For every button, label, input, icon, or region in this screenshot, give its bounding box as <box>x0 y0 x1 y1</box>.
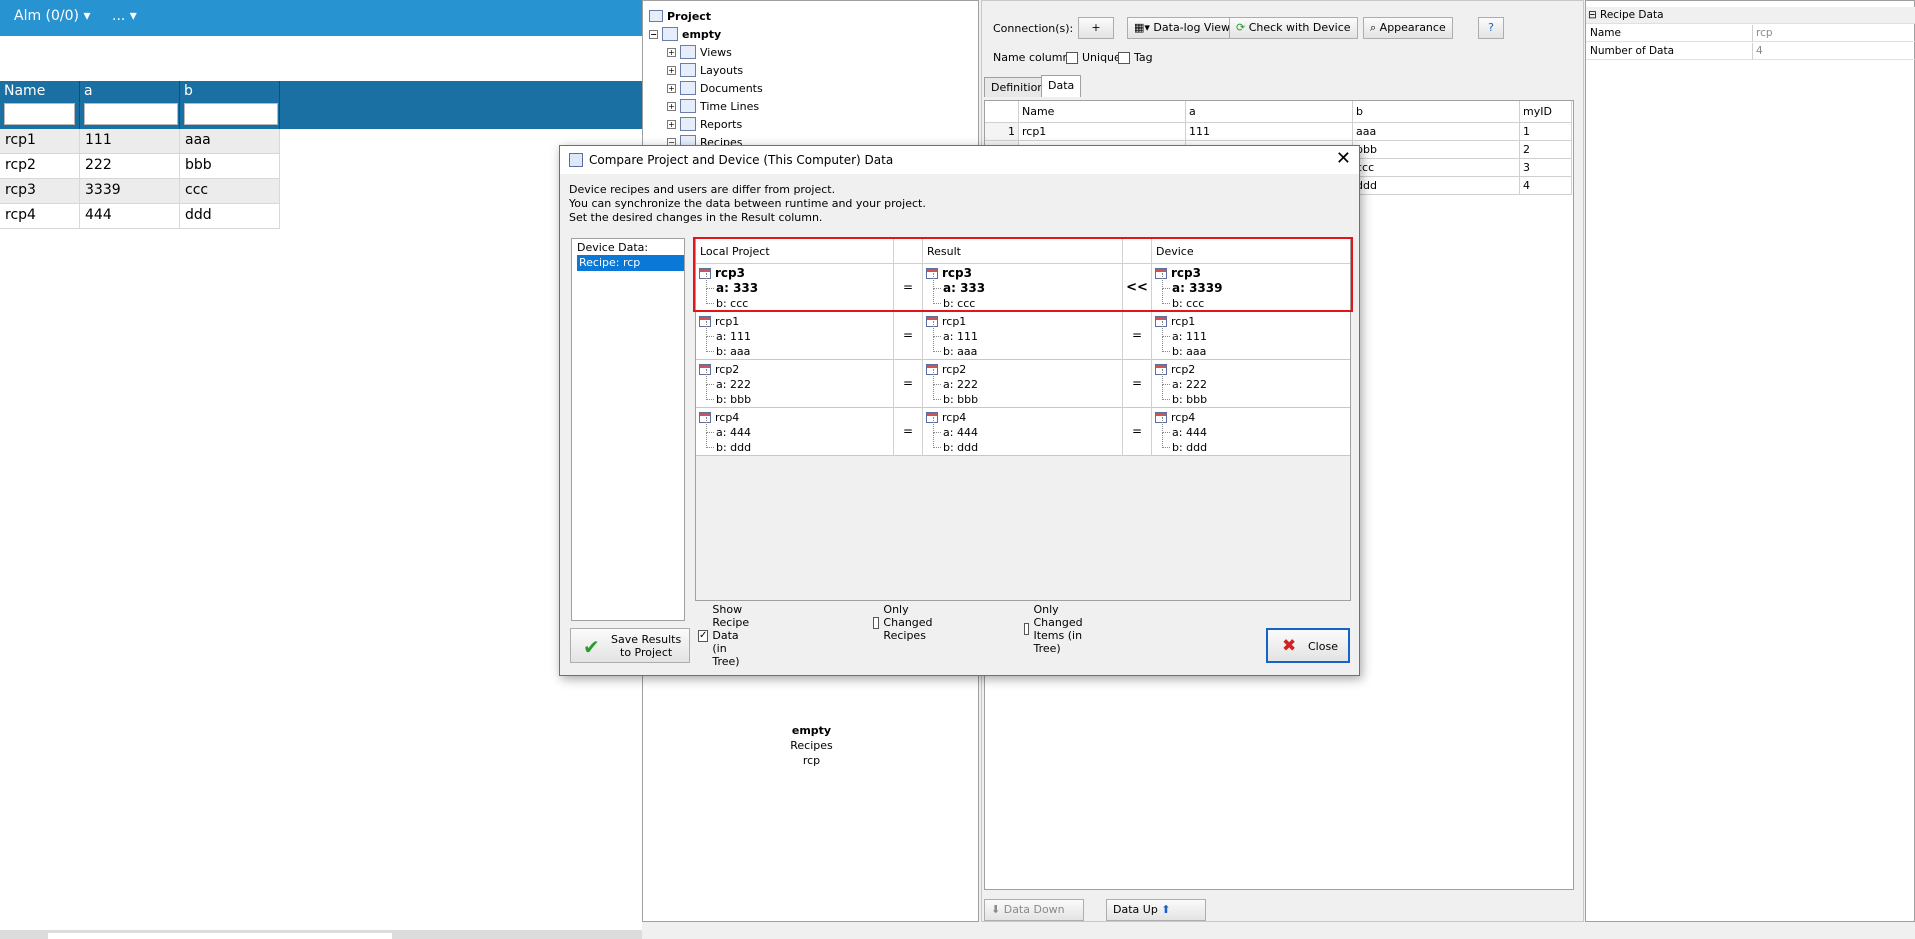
appearance-button[interactable]: ⌕ Appearance <box>1363 17 1453 39</box>
grid-row[interactable]: rcp3 3339 ccc <box>0 179 280 204</box>
layouts-icon <box>680 63 696 77</box>
checkmark-icon: ✔ <box>583 635 600 659</box>
intro-line: Device recipes and users are differ from… <box>569 183 836 196</box>
arrow-up-icon: ⬆ <box>1161 903 1171 916</box>
device-data-list: Device Data: Recipe: rcp <box>571 238 685 621</box>
compare-row-changed[interactable]: rcp3 a: 333 b: ccc = rcp3 a: 333 b: ccc … <box>696 264 1350 312</box>
compare-table: Local Project Result Device rcp3 a: 333 … <box>695 238 1351 601</box>
column-device: Device <box>1152 239 1350 264</box>
tree-item-views[interactable]: + Views <box>667 43 732 61</box>
object-preview: empty Recipes rcp <box>790 724 833 767</box>
grid-header: Name a b <box>0 81 642 129</box>
runtime-statusbar <box>0 930 642 939</box>
compare-row[interactable]: rcp1 a: 111 b: aaa = rcp1 a: 111 b: aaa … <box>696 312 1350 360</box>
project-icon <box>649 10 663 22</box>
more-button[interactable]: ... ▾ <box>112 8 137 24</box>
column-local-project: Local Project <box>696 239 894 264</box>
check-with-device-button[interactable]: ⟳ Check with Device <box>1229 17 1358 39</box>
name-column-label: Name column: <box>993 51 1074 64</box>
help-button[interactable]: ? <box>1478 17 1504 39</box>
arrow-down-icon: ⬇ <box>991 903 1001 916</box>
filter-name-input[interactable] <box>4 103 75 125</box>
tab-data[interactable]: Data <box>1041 75 1082 97</box>
documents-icon <box>680 81 696 95</box>
tree-item-documents[interactable]: + Documents <box>667 79 763 97</box>
device-recipe-item[interactable]: Recipe: rcp <box>577 255 684 271</box>
expand-icon[interactable]: + <box>667 119 676 129</box>
runtime-panel: Alm (0/0) ▾ ... ▾ Name a b rcp1 111 aaa … <box>0 0 642 939</box>
magnifier-icon: ⌕ <box>1370 21 1377 34</box>
tree-item-layouts[interactable]: + Layouts <box>667 61 743 79</box>
property-name[interactable]: Name rcp <box>1586 25 1915 42</box>
dialog-titlebar: Compare Project and Device (This Compute… <box>560 146 1359 174</box>
views-icon <box>680 45 696 59</box>
project-folder-icon <box>662 27 678 41</box>
table-header: Name a b myID <box>985 101 1575 123</box>
save-results-button[interactable]: ✔ Save Results to Project <box>570 628 690 663</box>
connections-label: Connection(s): <box>993 22 1074 35</box>
intro-line: Set the desired changes in the Result co… <box>569 211 823 224</box>
table-row[interactable]: 1 rcp1 111 aaa 1 <box>985 123 1575 141</box>
add-connection-button[interactable]: + <box>1078 17 1114 39</box>
property-grid: ⊟ Recipe Data Name rcp Number of Data 4 <box>1585 0 1915 922</box>
data-up-button[interactable]: Data Up ⬆ <box>1106 899 1206 921</box>
only-changed-items-checkbox[interactable]: Only Changed Items (in Tree) <box>1024 603 1089 655</box>
column-result: Result <box>923 239 1123 264</box>
property-section-header[interactable]: ⊟ Recipe Data <box>1586 7 1915 24</box>
tag-checkbox[interactable]: Tag <box>1118 51 1153 64</box>
runtime-toolbar: Alm (0/0) ▾ ... ▾ <box>0 0 642 36</box>
close-button[interactable]: ✖ Close <box>1266 628 1350 663</box>
expand-icon[interactable]: + <box>667 65 676 75</box>
close-x-icon: ✖ <box>1282 636 1297 656</box>
property-number-of-data[interactable]: Number of Data 4 <box>1586 43 1915 60</box>
close-icon[interactable]: ✕ <box>1336 148 1351 169</box>
unique-checkbox[interactable]: Unique <box>1066 51 1121 64</box>
compare-row[interactable]: rcp2 a: 222 b: bbb = rcp2 a: 222 b: bbb … <box>696 360 1350 408</box>
grid-row[interactable]: rcp4 444 ddd <box>0 204 280 229</box>
collapse-icon[interactable]: − <box>649 29 658 39</box>
collapse-icon[interactable]: ⊟ <box>1588 9 1597 21</box>
tree-item-timelines[interactable]: + Time Lines <box>667 97 759 115</box>
timelines-icon <box>680 99 696 113</box>
sync-direction-toggle[interactable]: << <box>1123 264 1152 312</box>
refresh-icon: ⟳ <box>1236 21 1246 34</box>
compare-row[interactable]: rcp4 a: 444 b: ddd = rcp4 a: 444 b: ddd … <box>696 408 1350 456</box>
compare-dialog: Compare Project and Device (This Compute… <box>559 145 1360 676</box>
tree-project[interactable]: − empty <box>649 25 721 43</box>
dialog-title: Compare Project and Device (This Compute… <box>589 153 894 167</box>
only-changed-recipes-checkbox[interactable]: Only Changed Recipes <box>873 603 938 642</box>
reports-icon <box>680 117 696 131</box>
grid-row[interactable]: rcp2 222 bbb <box>0 154 280 179</box>
filter-a-input[interactable] <box>84 103 178 125</box>
grid-row[interactable]: rcp1 111 aaa <box>0 129 280 154</box>
tree-item-reports[interactable]: + Reports <box>667 115 742 133</box>
grid-column-name: Name <box>0 81 80 129</box>
grid-column-b: b <box>180 81 280 129</box>
show-recipe-data-checkbox[interactable]: ✓ Show Recipe Data (in Tree) <box>698 603 751 668</box>
alarm-button[interactable]: Alm (0/0) ▾ <box>14 8 91 24</box>
filter-b-input[interactable] <box>184 103 278 125</box>
expand-icon[interactable]: + <box>667 83 676 93</box>
expand-icon[interactable]: + <box>667 47 676 57</box>
grid-column-a: a <box>80 81 180 129</box>
data-down-button[interactable]: ⬇ Data Down <box>984 899 1084 921</box>
intro-line: You can synchronize the data between run… <box>569 197 926 210</box>
app-icon <box>569 153 583 167</box>
tree-root[interactable]: Project <box>649 7 711 25</box>
expand-icon[interactable]: + <box>667 101 676 111</box>
